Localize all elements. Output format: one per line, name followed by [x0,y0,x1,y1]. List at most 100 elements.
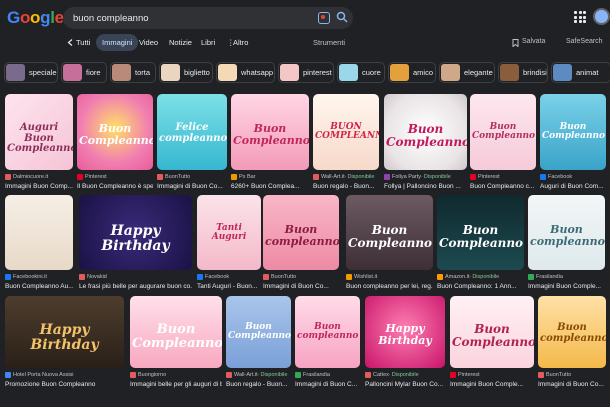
google-lens-icon[interactable] [318,12,330,24]
result-title[interactable]: Immagini Buon Comple... [528,283,605,290]
related-chip-torta[interactable]: torta [110,62,156,83]
image-result-card[interactable]: Buon Compleanno Pinterest Buon Compleanno … [470,94,536,196]
tab-news[interactable]: Notizie [163,34,198,51]
result-title[interactable]: Palloncini Mylar Buon Co... [365,381,445,388]
result-thumbnail[interactable]: Happy Birthday [79,195,192,270]
result-title[interactable]: Auguri di Buon Com... [540,183,606,190]
tab-more[interactable]: ⋮ Altro [222,34,254,51]
account-avatar[interactable] [593,8,610,25]
source-name: Facebook [548,174,573,180]
image-result-card[interactable]: Auguri Buon Compleanno Dalmiocuore.it Imma… [5,94,73,196]
image-result-card[interactable]: Buon Compleanno! Pinterest Immagini Buon C… [450,296,534,394]
result-thumbnail[interactable]: Auguri Buon Compleanno [5,94,73,170]
safesearch-button[interactable]: SafeSearch [566,38,603,45]
image-result-card[interactable]: Facebookini.it Buon Compleanno Au... [5,195,73,296]
result-title[interactable]: Immagini di Buon Co... [538,381,606,388]
tab-all[interactable]: Tutti [62,34,96,51]
image-result-card[interactable]: BUON COMPLEANNO Wall-Art.it · Disponibile… [313,94,379,196]
result-thumbnail[interactable]: Buon compleanno [263,195,339,270]
image-result-card[interactable]: Buon compleanno BuonTutto Immagini di Buon… [538,296,606,394]
thumbnail-text: Happy Birthday [378,322,432,347]
result-title[interactable]: 6260+ Buon Complea... [231,183,309,190]
image-result-card[interactable]: Happy Birthday Hotel Porta Nuova Assisi Pr… [5,296,124,394]
result-title[interactable]: Immagini belle per gli auguri di b... [130,381,222,388]
image-result-card[interactable]: Felice compleanno BuonTutto Immagini di Bu… [157,94,227,196]
result-thumbnail[interactable]: Buon compleanno [528,195,605,270]
tools-button[interactable]: Strumenti [313,38,345,47]
result-thumbnail[interactable]: Buon Compleanno! [450,296,534,368]
result-title[interactable]: Promozione Buon Compleanno [5,381,124,388]
result-title[interactable]: Il Buon Compleanno è speciale [77,183,153,190]
related-chip-cuore[interactable]: cuore [337,62,385,83]
result-thumbnail[interactable]: Felice compleanno [157,94,227,170]
image-result-card[interactable]: Buon Compleanno Facebook Auguri di Buon Co… [540,94,606,196]
related-chip-fiore[interactable]: fiore [61,62,107,83]
related-chip-biglietto[interactable]: biglietto [159,62,213,83]
result-title[interactable]: Buon regalo - Buon... [226,381,291,388]
result-title[interactable]: Immagini Buon Comple... [450,381,534,388]
result-title[interactable]: Buon regalo - Buon... [313,183,379,190]
image-result-card[interactable]: Buon Compleanno Px Bar 6260+ Buon Complea.… [231,94,309,196]
image-result-card[interactable]: Buon compleanno Frasilandia Immagini di Bu… [295,296,360,394]
result-thumbnail[interactable]: BUON COMPLEANNO [313,94,379,170]
google-logo[interactable]: Google [7,8,64,28]
result-thumbnail[interactable]: Happy Birthday [5,296,124,368]
search-icon[interactable] [336,11,348,23]
result-thumbnail[interactable]: Buon Compleanno [346,195,433,270]
image-result-card[interactable]: Buon Compleanno Pinterest Il Buon Complean… [77,94,153,196]
result-thumbnail[interactable]: Happy Birthday [365,296,445,368]
result-title[interactable]: Buon Compleanno Au... [5,283,73,290]
related-chip-animat[interactable]: animat [551,62,610,83]
related-chip-amico[interactable]: amico [388,62,436,83]
apps-grid-icon[interactable] [574,11,586,23]
result-thumbnail[interactable]: Buon Compleanno [77,94,153,170]
saved-button[interactable]: Salvata [522,38,545,45]
apps-dot [583,20,586,23]
related-chip-elegante[interactable]: elegante [439,62,495,83]
result-thumbnail[interactable] [5,195,73,270]
result-title[interactable]: Le frasi più belle per augurare buon co.… [79,283,192,290]
image-result-card[interactable]: Buon Compleanno Wishlist.it Buon compleann… [346,195,433,296]
result-title[interactable]: Immagini Buon Comp... [5,183,73,190]
result-thumbnail[interactable]: Buon Compleanno [384,94,467,170]
image-result-card[interactable]: Buon compleanno BuonTutto Immagini di Buon… [263,195,339,296]
tab-video[interactable]: Video [133,34,164,51]
result-title[interactable]: Immagini di Buon C... [295,381,360,388]
image-result-card[interactable]: Buon Compleanno Buongiorno Immagini belle … [130,296,222,394]
result-thumbnail[interactable]: Buon Compleanno [226,296,291,368]
image-result-card[interactable]: Happy Birthday Cattex · Disponibile Pallon… [365,296,445,394]
related-chip-brindisi[interactable]: brindisi [498,62,548,83]
result-title[interactable]: Immagini di Buon Co... [263,283,339,290]
search-input[interactable] [73,10,303,26]
result-title[interactable]: Buon Compleanno: 1 Ann... [437,283,524,290]
tab-books[interactable]: Libri [195,34,221,51]
search-bar[interactable] [63,7,353,29]
result-title[interactable]: Follya | Palloncino Buon ... [384,183,467,190]
result-source: Wall-Art.it · Disponibile [313,174,374,180]
image-result-card[interactable]: Buon compleanno Frasilandia Immagini Buon … [528,195,605,296]
image-result-card[interactable]: Happy Birthday Novakid Le frasi più belle … [79,195,192,296]
image-result-card[interactable]: Buon Compleanno Wall-Art.it · Disponibile… [226,296,291,394]
apps-dot [574,11,577,14]
result-thumbnail[interactable]: Buon Compleanno [470,94,536,170]
result-thumbnail[interactable]: Buon compleanno [538,296,606,368]
image-result-card[interactable]: Buon Compleanno Follya Party · Disponibil… [384,94,467,196]
result-thumbnail[interactable]: Buon compleanno [295,296,360,368]
result-title[interactable]: Immagini di Buon Co... [157,183,227,190]
result-title[interactable]: Buon Compleanno c... [470,183,536,190]
image-result-card[interactable]: Tanti Auguri Facebook Tanti Auguri - Buon.… [197,195,261,296]
result-title[interactable]: Tanti Auguri - Buon... [197,283,261,290]
image-result-card[interactable]: Buon Compleanno Amazon.it · Disponibile Bu… [437,195,524,296]
thumbnail-text: Auguri Buon Compleanno [7,122,73,154]
result-thumbnail[interactable]: Buon Compleanno [231,94,309,170]
result-thumbnail[interactable]: Buon Compleanno [130,296,222,368]
result-thumbnail[interactable]: Tanti Auguri [197,195,261,270]
result-title[interactable]: Buon compleanno per lei, reg... [346,283,433,290]
related-chip-whatsapp[interactable]: whatsapp [216,62,275,83]
result-thumbnail[interactable]: Buon Compleanno [437,195,524,270]
related-chip-pinterest[interactable]: pinterest [278,62,334,83]
header: Google [0,0,610,34]
related-chip-speciale[interactable]: speciale [4,62,58,83]
result-thumbnail[interactable]: Buon Compleanno [540,94,606,170]
separator: · [344,174,347,180]
